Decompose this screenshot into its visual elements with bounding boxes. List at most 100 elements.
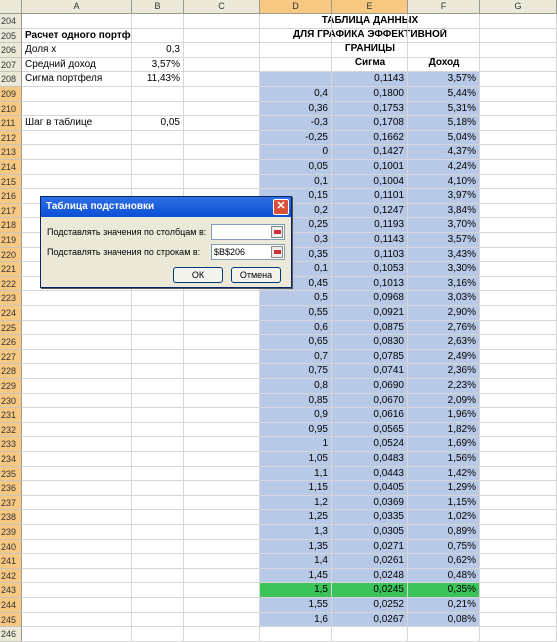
cell-c[interactable] <box>184 612 260 628</box>
cell-d[interactable]: 0,5 <box>260 291 332 306</box>
cell-c[interactable] <box>184 101 260 117</box>
cell-a[interactable] <box>22 306 132 321</box>
row-header[interactable]: 216 <box>0 189 22 204</box>
cell-b[interactable] <box>132 481 184 496</box>
row-header[interactable]: 242 <box>0 568 22 584</box>
cell-e[interactable]: 0,0369 <box>332 495 408 511</box>
cell-e[interactable]: 0,1004 <box>332 174 408 190</box>
cell-f[interactable]: 2,49% <box>408 349 480 365</box>
cell-b[interactable] <box>132 14 184 29</box>
cell-a[interactable]: Расчет одного портфеля <box>22 28 132 44</box>
cell-f[interactable]: 2,23% <box>408 379 480 394</box>
cell-d[interactable]: 0,75 <box>260 364 332 379</box>
cell-f[interactable]: 2,36% <box>408 364 480 379</box>
row-header[interactable]: 245 <box>0 612 22 628</box>
cell-a[interactable] <box>22 495 132 511</box>
cell-f[interactable]: 1,82% <box>408 422 480 438</box>
cell-e[interactable]: 0,0483 <box>332 452 408 467</box>
cell-f[interactable]: 0,48% <box>408 568 480 584</box>
cell-f[interactable]: 3,57% <box>408 72 480 87</box>
cell-g[interactable] <box>480 233 557 248</box>
cell-c[interactable] <box>184 145 260 160</box>
cell-d[interactable] <box>260 43 332 58</box>
column-header-c[interactable]: C <box>184 0 260 14</box>
cell-g[interactable] <box>480 218 557 233</box>
row-header[interactable]: 237 <box>0 495 22 511</box>
cell-b[interactable] <box>132 174 184 190</box>
close-icon[interactable]: ✕ <box>273 199 289 215</box>
cell-a[interactable] <box>22 612 132 628</box>
cell-f[interactable]: 0,89% <box>408 525 480 540</box>
cell-g[interactable] <box>480 101 557 117</box>
column-input-field[interactable] <box>211 224 285 240</box>
cell-f[interactable]: 1,42% <box>408 466 480 482</box>
cell-b[interactable] <box>132 130 184 146</box>
range-picker-icon[interactable] <box>271 246 283 258</box>
cell-g[interactable] <box>480 28 557 44</box>
cell-c[interactable] <box>184 14 260 29</box>
cell-e[interactable]: 0,0875 <box>332 320 408 336</box>
cell-g[interactable] <box>480 262 557 277</box>
cell-d[interactable]: 0,65 <box>260 335 332 350</box>
cell-a[interactable] <box>22 539 132 555</box>
cell-f[interactable] <box>408 14 480 29</box>
cell-g[interactable] <box>480 612 557 628</box>
cell-b[interactable] <box>132 583 184 598</box>
cell-f[interactable]: 1,69% <box>408 437 480 452</box>
row-header[interactable]: 217 <box>0 203 22 219</box>
row-header[interactable]: 218 <box>0 218 22 233</box>
row-header[interactable]: 211 <box>0 116 22 131</box>
cell-f[interactable]: 3,97% <box>408 189 480 204</box>
cell-c[interactable] <box>184 291 260 306</box>
cell-e[interactable]: 0,0968 <box>332 291 408 306</box>
cell-d[interactable]: 1,25 <box>260 510 332 525</box>
cell-c[interactable] <box>184 72 260 87</box>
cell-a[interactable] <box>22 408 132 423</box>
cell-a[interactable] <box>22 101 132 117</box>
row-header[interactable]: 230 <box>0 393 22 409</box>
cell-c[interactable] <box>184 568 260 584</box>
row-header[interactable]: 204 <box>0 14 22 29</box>
cell-e[interactable]: 0,0443 <box>332 466 408 482</box>
row-header[interactable]: 224 <box>0 306 22 321</box>
cell-c[interactable] <box>184 481 260 496</box>
cell-g[interactable] <box>480 43 557 58</box>
row-header[interactable]: 239 <box>0 525 22 540</box>
row-header[interactable]: 227 <box>0 349 22 365</box>
cell-a[interactable]: Доля х <box>22 43 132 58</box>
cell-a[interactable] <box>22 583 132 598</box>
cell-g[interactable] <box>480 72 557 87</box>
cell-d[interactable]: 0,55 <box>260 306 332 321</box>
cell-b[interactable] <box>132 627 184 642</box>
row-header[interactable]: 234 <box>0 452 22 467</box>
cell-g[interactable] <box>480 306 557 321</box>
cell-f[interactable]: 3,70% <box>408 218 480 233</box>
cell-c[interactable] <box>184 379 260 394</box>
row-header[interactable]: 220 <box>0 247 22 263</box>
cell-g[interactable] <box>480 525 557 540</box>
cell-b[interactable] <box>132 525 184 540</box>
row-header[interactable]: 223 <box>0 291 22 306</box>
cell-f[interactable]: 3,43% <box>408 247 480 263</box>
cell-b[interactable] <box>132 568 184 584</box>
cell-d[interactable] <box>260 57 332 73</box>
cell-g[interactable] <box>480 539 557 555</box>
cell-g[interactable] <box>480 349 557 365</box>
cell-d[interactable]: -0,3 <box>260 116 332 131</box>
cell-c[interactable] <box>184 43 260 58</box>
cell-f[interactable]: 1,56% <box>408 452 480 467</box>
cell-b[interactable] <box>132 87 184 102</box>
cell-b[interactable] <box>132 28 184 44</box>
cell-f[interactable]: 5,18% <box>408 116 480 131</box>
cell-e[interactable] <box>332 43 408 58</box>
cell-c[interactable] <box>184 554 260 569</box>
cell-d[interactable]: 0,7 <box>260 349 332 365</box>
cell-e[interactable]: 0,1143 <box>332 233 408 248</box>
row-header[interactable]: 243 <box>0 583 22 598</box>
cell-e[interactable]: 0,1001 <box>332 160 408 175</box>
cell-a[interactable] <box>22 379 132 394</box>
cell-e[interactable]: 0,0305 <box>332 525 408 540</box>
cell-d[interactable]: 0,85 <box>260 393 332 409</box>
cell-a[interactable] <box>22 349 132 365</box>
cell-b[interactable] <box>132 349 184 365</box>
